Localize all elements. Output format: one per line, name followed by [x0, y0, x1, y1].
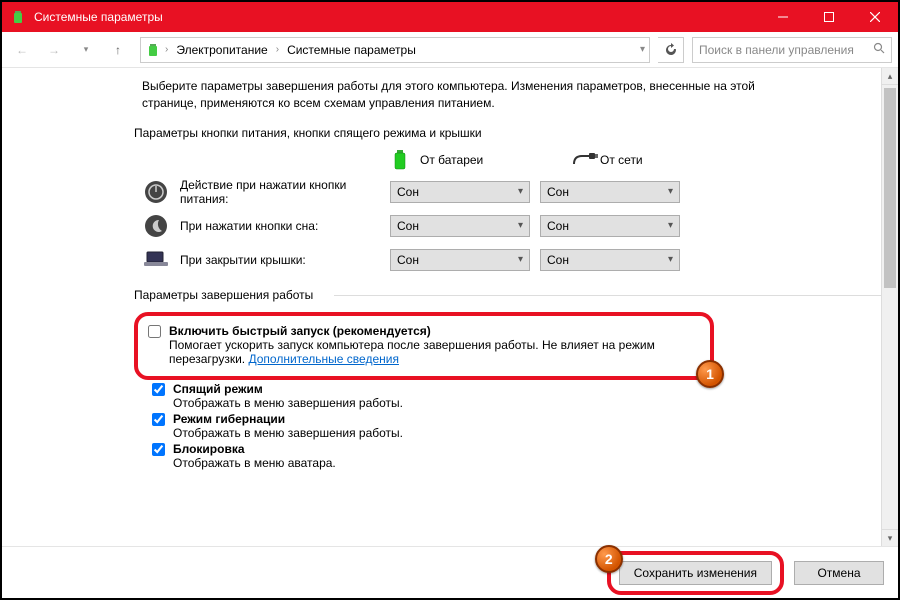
- chevron-down-icon: ▾: [668, 186, 673, 197]
- chevron-right-icon: ›: [165, 44, 168, 55]
- row-label: Действие при нажатии кнопки питания:: [180, 178, 380, 206]
- footer: 2 Сохранить изменения Отмена: [2, 546, 898, 598]
- option-desc: Отображать в меню аватара.: [173, 456, 871, 470]
- row-sleep-button: При нажатии кнопки сна: Сон▾ Сон▾: [142, 212, 871, 240]
- row-power-button: Действие при нажатии кнопки питания: Сон…: [142, 178, 871, 206]
- chevron-down-icon: ▾: [518, 254, 523, 265]
- checkbox-fast-start[interactable]: [148, 325, 161, 338]
- moon-icon: [142, 212, 170, 240]
- window: Системные параметры ← → ▾ ↑ › Электропит…: [0, 0, 900, 600]
- link-more-info[interactable]: Дополнительные сведения: [248, 352, 398, 366]
- select-power-ac[interactable]: Сон▾: [540, 181, 680, 203]
- option-title: Спящий режим: [173, 382, 871, 396]
- breadcrumb[interactable]: › Электропитание › Системные параметры ▾: [140, 37, 650, 63]
- row-label: При нажатии кнопки сна:: [180, 219, 380, 233]
- col-battery: От батареи: [392, 150, 532, 170]
- row-label: При закрытии крышки:: [180, 253, 380, 267]
- power-icon: [142, 178, 170, 206]
- recent-locations-button[interactable]: ▾: [72, 36, 100, 64]
- scroll-down-button[interactable]: ▾: [882, 529, 898, 546]
- select-sleep-ac[interactable]: Сон▾: [540, 215, 680, 237]
- col-ac-label: От сети: [600, 153, 643, 167]
- option-desc: Помогает ускорить запуск компьютера посл…: [169, 338, 700, 366]
- breadcrumb-item[interactable]: Электропитание: [172, 43, 271, 57]
- scroll-thumb[interactable]: [884, 88, 896, 288]
- option-desc: Отображать в меню завершения работы.: [173, 426, 871, 440]
- option-desc: Отображать в меню завершения работы.: [173, 396, 871, 410]
- scrollbar-vertical[interactable]: ▴ ▾: [881, 68, 898, 546]
- checkbox-sleep[interactable]: [152, 383, 165, 396]
- annotation-marker-2: 2: [595, 545, 623, 573]
- cancel-button[interactable]: Отмена: [794, 561, 884, 585]
- search-icon: [873, 42, 885, 57]
- option-fast-start: Включить быстрый запуск (рекомендуется) …: [148, 324, 700, 366]
- select-lid-ac[interactable]: Сон▾: [540, 249, 680, 271]
- section-title-buttons: Параметры кнопки питания, кнопки спящего…: [134, 126, 871, 140]
- window-title: Системные параметры: [34, 10, 163, 24]
- option-sleep: Спящий режим Отображать в меню завершени…: [152, 382, 871, 410]
- highlight-save: 2 Сохранить изменения: [607, 551, 784, 595]
- checkbox-lock[interactable]: [152, 443, 165, 456]
- select-power-battery[interactable]: Сон▾: [390, 181, 530, 203]
- row-lid: При закрытии крышки: Сон▾ Сон▾: [142, 246, 871, 274]
- option-lock: Блокировка Отображать в меню аватара.: [152, 442, 871, 470]
- breadcrumb-item[interactable]: Системные параметры: [283, 43, 420, 57]
- battery-icon: [145, 42, 161, 58]
- forward-button[interactable]: →: [40, 36, 68, 64]
- close-button[interactable]: [852, 2, 898, 32]
- scroll-up-button[interactable]: ▴: [882, 68, 898, 85]
- save-button[interactable]: Сохранить изменения: [619, 561, 772, 585]
- minimize-button[interactable]: [760, 2, 806, 32]
- column-headers: От батареи От сети: [392, 150, 871, 170]
- up-button[interactable]: ↑: [104, 36, 132, 64]
- shutdown-section: Параметры завершения работы Включить быс…: [142, 288, 871, 470]
- content-wrap: Выберите параметры завершения работы для…: [2, 68, 898, 546]
- highlight-fast-start: Включить быстрый запуск (рекомендуется) …: [134, 312, 714, 380]
- checkbox-hibernate[interactable]: [152, 413, 165, 426]
- refresh-button[interactable]: [658, 37, 684, 63]
- search-placeholder: Поиск в панели управления: [699, 43, 854, 57]
- chevron-down-icon: ▾: [518, 220, 523, 231]
- intro-text: Выберите параметры завершения работы для…: [142, 78, 782, 112]
- section-title-shutdown: Параметры завершения работы: [134, 288, 871, 302]
- option-title: Включить быстрый запуск (рекомендуется): [169, 324, 700, 338]
- col-ac: От сети: [572, 150, 712, 170]
- chevron-right-icon: ›: [276, 44, 279, 55]
- select-sleep-battery[interactable]: Сон▾: [390, 215, 530, 237]
- plug-icon: [572, 150, 592, 170]
- back-button[interactable]: ←: [8, 36, 36, 64]
- battery-icon: [392, 150, 412, 170]
- option-title: Режим гибернации: [173, 412, 871, 426]
- select-lid-battery[interactable]: Сон▾: [390, 249, 530, 271]
- maximize-button[interactable]: [806, 2, 852, 32]
- laptop-icon: [142, 246, 170, 274]
- option-hibernate: Режим гибернации Отображать в меню завер…: [152, 412, 871, 440]
- col-battery-label: От батареи: [420, 153, 483, 167]
- navbar: ← → ▾ ↑ › Электропитание › Системные пар…: [2, 32, 898, 68]
- search-input[interactable]: Поиск в панели управления: [692, 37, 892, 63]
- chevron-down-icon[interactable]: ▾: [640, 44, 645, 55]
- option-title: Блокировка: [173, 442, 871, 456]
- battery-icon: [10, 9, 26, 25]
- titlebar: Системные параметры: [2, 2, 898, 32]
- content: Выберите параметры завершения работы для…: [2, 68, 881, 546]
- chevron-down-icon: ▾: [518, 186, 523, 197]
- annotation-marker-1: 1: [696, 360, 724, 388]
- chevron-down-icon: ▾: [668, 220, 673, 231]
- chevron-down-icon: ▾: [668, 254, 673, 265]
